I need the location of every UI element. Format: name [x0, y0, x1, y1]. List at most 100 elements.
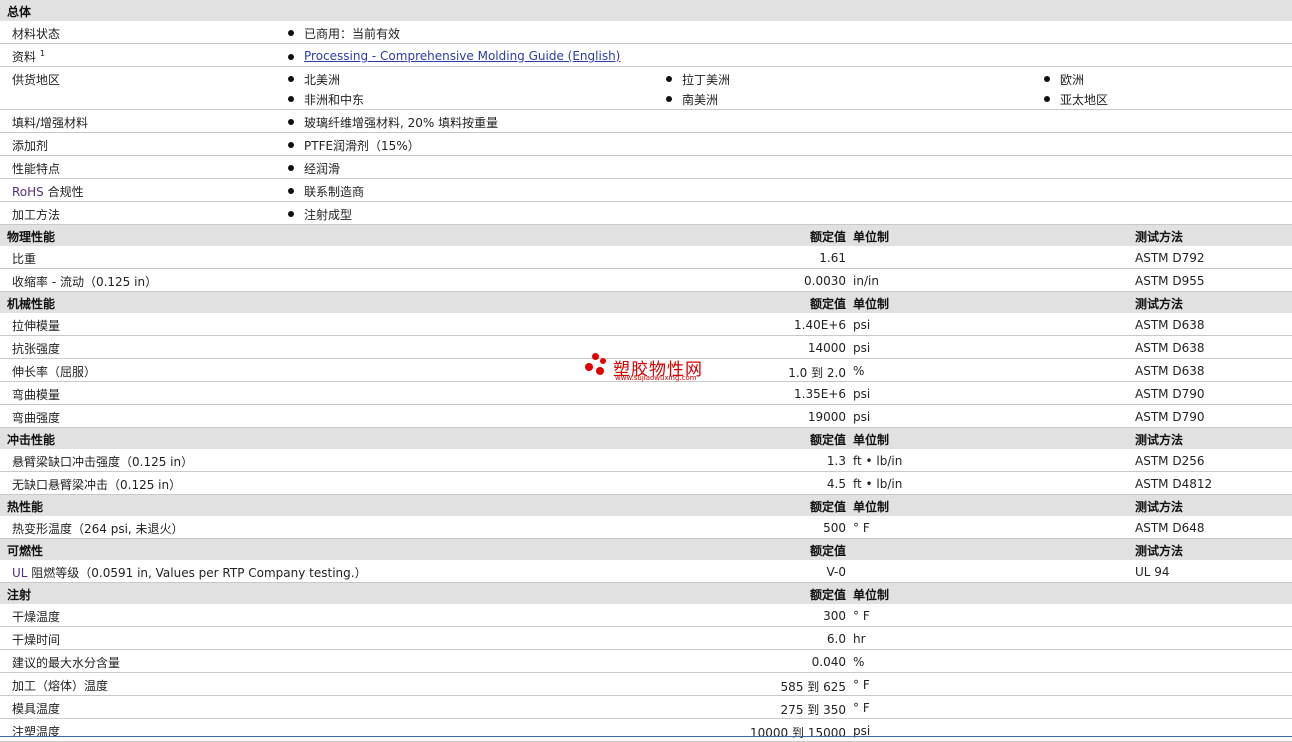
rated-value: 14000: [807, 341, 846, 355]
property-row: 热变形温度（264 psi, 未退火） 500 ° F ASTM D648: [0, 516, 1292, 539]
footnote-marker: 1: [39, 49, 45, 58]
rated-header: 额定值: [809, 433, 846, 447]
section-flammability-header: 可燃性 额定值 测试方法: [0, 539, 1292, 560]
physical-rows: 比重 1.61 ASTM D792 收缩率 - 流动（0.125 in） 0.0030 i…: [0, 246, 1292, 292]
row-label: 干燥温度: [12, 610, 61, 624]
test-method: ASTM D256: [1135, 454, 1205, 468]
property-row: 注塑温度 10000 到 15000 psi: [0, 719, 1292, 742]
bullet-icon: [1044, 76, 1050, 82]
rated-header: 额定值: [809, 588, 846, 602]
rohs-link[interactable]: RoHS: [12, 185, 44, 199]
section-title: 热性能: [7, 500, 44, 514]
rated-value: 275 到 350: [780, 703, 846, 717]
row-regions: 供货地区 北美洲 拉丁美洲 欧洲 非洲和中东 南美洲 亚太地区: [0, 67, 1292, 110]
rated-value: 19000: [807, 410, 846, 424]
test-header: 测试方法: [1135, 433, 1184, 447]
status-value: 已商用：当前有效: [304, 27, 401, 41]
row-label: 比重: [12, 252, 37, 266]
property-row: 悬臂梁缺口冲击强度（0.125 in） 1.3 ft • lb/in ASTM D25…: [0, 449, 1292, 472]
section-physical-header: 物理性能 额定值 单位制 测试方法: [0, 225, 1292, 246]
logo-dot: [600, 358, 606, 364]
watermark-url: www.sujiaowuxing.com: [615, 374, 697, 382]
row-additive: 添加剂 PTFE润滑剂（15%）: [0, 133, 1292, 156]
section-title: 物理性能: [7, 230, 56, 244]
unit-header: 单位制: [853, 433, 890, 447]
test-method: UL 94: [1135, 565, 1170, 579]
row-label: 伸长率（屈服）: [12, 365, 97, 379]
test-method: ASTM D792: [1135, 251, 1205, 265]
rated-value: 585 到 625: [780, 680, 846, 694]
unit-value: ° F: [853, 678, 870, 692]
docs-label: 资料: [12, 50, 37, 64]
unit-value: ° F: [853, 609, 870, 623]
row-label: 拉伸模量: [12, 319, 61, 333]
property-row: 模具温度 275 到 350 ° F: [0, 696, 1292, 719]
row-label: 无缺口悬臂梁冲击（0.125 in）: [12, 478, 182, 492]
rated-value: V-0: [826, 565, 846, 579]
row-label: 加工方法: [12, 208, 61, 222]
unit-value: psi: [853, 341, 871, 355]
unit-value: ft • lb/in: [853, 454, 903, 468]
rated-value: 300: [823, 609, 846, 623]
row-label: 模具温度: [12, 702, 61, 716]
rated-header: 额定值: [809, 544, 846, 558]
bullet-icon: [288, 96, 294, 102]
unit-value: hr: [853, 632, 866, 646]
unit-header: 单位制: [853, 500, 890, 514]
property-row: 建议的最大水分含量 0.040%: [0, 650, 1292, 673]
bullet-icon: [288, 54, 294, 60]
bullet-icon: [288, 76, 294, 82]
test-method: ASTM D4812: [1135, 477, 1213, 491]
rated-value: 6.0: [826, 632, 846, 646]
unit-value: psi: [853, 387, 871, 401]
row-label: 弯曲强度: [12, 411, 61, 425]
processing-guide-link[interactable]: Processing - Comprehensive Molding Guide…: [304, 49, 620, 63]
row-material-status: 材料状态 已商用：当前有效: [0, 21, 1292, 44]
bullet-icon: [288, 30, 294, 36]
row-label: 收缩率 - 流动（0.125 in）: [12, 275, 158, 289]
property-row: 无缺口悬臂梁冲击（0.125 in） 4.5 ft • lb/in ASTM D481…: [0, 472, 1292, 495]
section-title: 可燃性: [7, 544, 44, 558]
unit-value: psi: [853, 410, 871, 424]
flammability-row: UL 阻燃等级（0.0591 in, Values per RTP Compan…: [0, 560, 1292, 583]
unit-value: %: [853, 364, 865, 378]
bullet-icon: [288, 165, 294, 171]
row-label: 建议的最大水分含量: [12, 656, 121, 670]
row-label: 性能特点: [12, 162, 61, 176]
row-label: 供货地区: [12, 73, 61, 87]
row-label: 热变形温度（264 psi, 未退火）: [12, 522, 184, 536]
row-label: RoHS 合规性: [12, 185, 84, 199]
test-header: 测试方法: [1135, 230, 1184, 244]
logo-dot: [585, 363, 593, 371]
logo-dot: [596, 367, 604, 375]
rated-header: 额定值: [809, 500, 846, 514]
property-row: 弯曲强度 19000 psi ASTM D790: [0, 405, 1292, 428]
test-method: ASTM D955: [1135, 274, 1205, 288]
test-header: 测试方法: [1135, 500, 1184, 514]
property-row: 收缩率 - 流动（0.125 in） 0.0030 in/in ASTM D955: [0, 269, 1292, 292]
test-header: 测试方法: [1135, 297, 1184, 311]
bullet-icon: [666, 96, 672, 102]
test-method: ASTM D790: [1135, 410, 1205, 424]
rated-value: 1.3: [826, 454, 846, 468]
rated-header: 额定值: [809, 297, 846, 311]
unit-header: 单位制: [853, 588, 890, 602]
rated-value: 1.0 到 2.0: [788, 366, 846, 380]
section-injection-header: 注射 额定值 单位制: [0, 583, 1292, 604]
test-method: ASTM D638: [1135, 318, 1205, 332]
unit-header: 单位制: [853, 297, 890, 311]
rated-value: 10000 到 15000: [750, 726, 846, 740]
ul-link[interactable]: UL: [12, 566, 27, 580]
bullet-icon: [666, 76, 672, 82]
bullet-icon: [288, 188, 294, 194]
rated-value: 0.0030: [804, 274, 846, 288]
row-label: 抗张强度: [12, 342, 61, 356]
injection-rows: 干燥温度 300 ° F 干燥时间 6.0 hr 建议的最大水分含量 0.040% 加工（熔体）…: [0, 604, 1292, 742]
bullet-icon: [288, 211, 294, 217]
rated-header: 额定值: [809, 230, 846, 244]
row-documents: 资料 1 Processing - Comprehensive Molding …: [0, 44, 1292, 67]
section-title: 注射: [7, 588, 32, 602]
section-general-header: 总体: [0, 0, 1292, 21]
test-method: ASTM D648: [1135, 521, 1205, 535]
section-mechanical-header: 机械性能 额定值 单位制 测试方法: [0, 292, 1292, 313]
